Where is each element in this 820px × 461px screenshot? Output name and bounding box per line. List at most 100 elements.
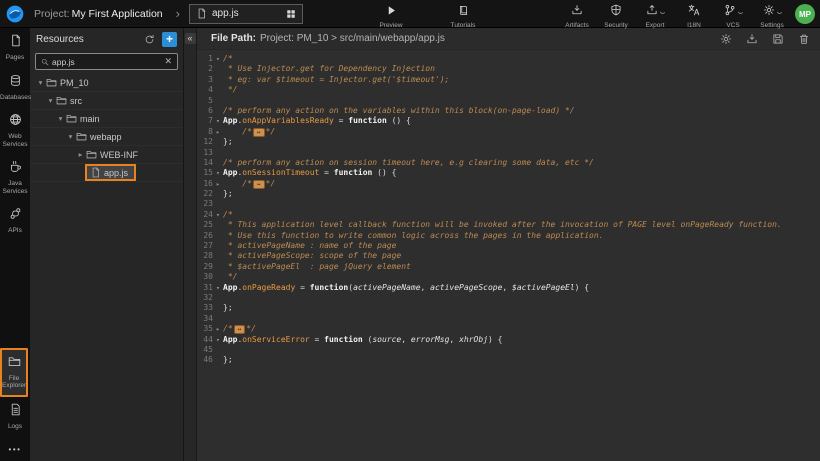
search-input[interactable] (52, 57, 161, 67)
code-line-2[interactable]: 2 * Use Injector.get for Dependency Inje… (197, 64, 820, 74)
code-line-23[interactable]: 23 (197, 199, 820, 209)
menu-artifacts-button[interactable]: Artifacts (561, 3, 593, 29)
fold-toggle-icon[interactable]: ▸ (213, 324, 223, 334)
save-button[interactable] (772, 33, 784, 45)
code-line-24[interactable]: 24▾/* (197, 210, 820, 220)
tree-toggle-icon[interactable]: ▾ (46, 96, 55, 105)
code-line-8[interactable]: 8▸ /*↔*/ (197, 127, 820, 137)
code-line-25[interactable]: 25 * This application level callback fun… (197, 220, 820, 230)
code-line-32[interactable]: 32 (197, 293, 820, 303)
tab-appjs[interactable]: app.js (189, 4, 303, 24)
collapse-panel-button[interactable]: « (185, 33, 196, 44)
gear-button[interactable] (720, 33, 732, 45)
line-number: 4 (197, 85, 213, 95)
menu-vcs-button[interactable]: VCS (717, 3, 749, 29)
menu-i18n-button[interactable]: I18N (678, 3, 710, 29)
code-line-14[interactable]: 14/* perform any action on session timeo… (197, 158, 820, 168)
trash-button[interactable] (798, 33, 810, 45)
topbar-menu: Artifacts Security Export I18N VCS Settings MP (561, 3, 815, 29)
code-line-28[interactable]: 28 * activePageScope: scope of the page (197, 251, 820, 261)
fold-toggle-icon[interactable]: ▾ (213, 335, 223, 345)
code-line-31[interactable]: 31▾App.onPageReady = function(activePage… (197, 283, 820, 293)
fold-toggle-icon (213, 64, 223, 74)
code-text: /*↔*/ (223, 324, 256, 334)
code-line-1[interactable]: 1▾/* (197, 54, 820, 64)
code-line-4[interactable]: 4 */ (197, 85, 820, 95)
preview-button[interactable]: Preview (368, 3, 414, 29)
tree-item-src[interactable]: ▾src (30, 92, 183, 110)
fold-toggle-icon[interactable]: ▾ (213, 116, 223, 126)
line-number: 1 (197, 54, 213, 64)
tree-item-pm-10[interactable]: ▾PM_10 (30, 74, 183, 92)
fold-toggle-icon[interactable]: ▸ (213, 127, 223, 137)
avatar[interactable]: MP (795, 4, 815, 24)
fold-toggle-icon[interactable]: ▾ (213, 168, 223, 178)
code-line-5[interactable]: 5 (197, 96, 820, 106)
fold-toggle-icon[interactable]: ▾ (213, 54, 223, 64)
code-line-44[interactable]: 44▾App.onServiceError = function (source… (197, 335, 820, 345)
menu-security-button[interactable]: Security (600, 3, 632, 29)
code-line-12[interactable]: 12}; (197, 137, 820, 147)
collapsed-code-widget[interactable]: ↔ (234, 325, 246, 334)
collapsed-code-widget[interactable]: ↔ (253, 180, 265, 189)
fold-toggle-icon[interactable]: ▸ (213, 179, 223, 189)
fold-toggle-icon (213, 148, 223, 158)
collapsed-code-widget[interactable]: ↔ (253, 128, 265, 137)
code-text: * This application level callback functi… (223, 220, 782, 230)
search-icon (41, 58, 49, 66)
fold-toggle-icon (213, 314, 223, 324)
code-text: */ (223, 85, 237, 95)
menu-export-button[interactable]: Export (639, 3, 671, 29)
resources-search: ✕ (35, 53, 178, 70)
tree-item-web-inf[interactable]: ▸WEB-INF (30, 146, 183, 164)
refresh-icon[interactable] (144, 34, 155, 45)
tutorials-button[interactable]: Tutorials (440, 3, 486, 29)
rail-overflow-button[interactable]: ••• (9, 436, 22, 461)
tree-item-webapp[interactable]: ▾webapp (30, 128, 183, 146)
tree-toggle-icon[interactable]: ▸ (76, 150, 85, 159)
fold-toggle-icon[interactable]: ▾ (213, 210, 223, 220)
fold-toggle-icon[interactable]: ▾ (213, 283, 223, 293)
line-number: 7 (197, 116, 213, 126)
sidebar-item-logs[interactable]: Logs (0, 397, 30, 437)
download-button[interactable] (746, 33, 758, 45)
tree-toggle-icon[interactable]: ▾ (56, 114, 65, 123)
sidebar-item-databases[interactable]: Databases (0, 68, 30, 108)
grid-icon[interactable] (286, 9, 296, 19)
code-line-26[interactable]: 26 * Use this function to write common l… (197, 231, 820, 241)
tree-toggle-icon[interactable]: ▾ (36, 78, 45, 87)
resources-panel: Resources + ✕ ▾PM_10▾src▾main▾webapp▸WEB… (30, 28, 184, 461)
line-number: 5 (197, 96, 213, 106)
code-line-30[interactable]: 30 */ (197, 272, 820, 282)
code-line-34[interactable]: 34 (197, 314, 820, 324)
add-resource-button[interactable]: + (162, 32, 177, 47)
app-logo-icon[interactable] (5, 4, 25, 24)
menu-settings-button[interactable]: Settings (756, 3, 788, 29)
code-line-35[interactable]: 35▸/*↔*/ (197, 324, 820, 334)
code-line-45[interactable]: 45 (197, 345, 820, 355)
code-line-22[interactable]: 22}; (197, 189, 820, 199)
code-line-46[interactable]: 46}; (197, 355, 820, 365)
sidebar-item-pages[interactable]: Pages (0, 28, 30, 68)
code-line-29[interactable]: 29 * $activePageEl : page jQuery element (197, 262, 820, 272)
tree-item-app-js[interactable]: app.js (30, 164, 183, 182)
code-line-33[interactable]: 33}; (197, 303, 820, 313)
line-number: 28 (197, 251, 213, 261)
code-line-6[interactable]: 6/* perform any action on the variables … (197, 106, 820, 116)
sidebar-item-file-explorer[interactable]: File Explorer (0, 348, 28, 397)
code-editor[interactable]: 1▾/*2 * Use Injector.get for Dependency … (197, 50, 820, 461)
tree-item-main[interactable]: ▾main (30, 110, 183, 128)
sidebar-item-web-services[interactable]: Web Services (0, 107, 30, 154)
code-line-27[interactable]: 27 * activePageName : name of the page (197, 241, 820, 251)
sidebar-item-apis[interactable]: APIs (0, 201, 30, 241)
code-line-15[interactable]: 15▾App.onSessionTimeout = function () { (197, 168, 820, 178)
code-line-7[interactable]: 7▾App.onAppVariablesReady = function () … (197, 116, 820, 126)
tree-toggle-icon[interactable]: ▾ (66, 132, 75, 141)
sidebar-item-java-services[interactable]: Java Services (0, 154, 30, 201)
code-line-13[interactable]: 13 (197, 148, 820, 158)
code-text: /*↔*/ (223, 127, 275, 137)
folder-icon (76, 131, 87, 142)
code-line-3[interactable]: 3 * eg: var $timeout = Injector.get('$ti… (197, 75, 820, 85)
code-line-16[interactable]: 16▸ /*↔*/ (197, 179, 820, 189)
clear-search-icon[interactable]: ✕ (164, 57, 172, 66)
